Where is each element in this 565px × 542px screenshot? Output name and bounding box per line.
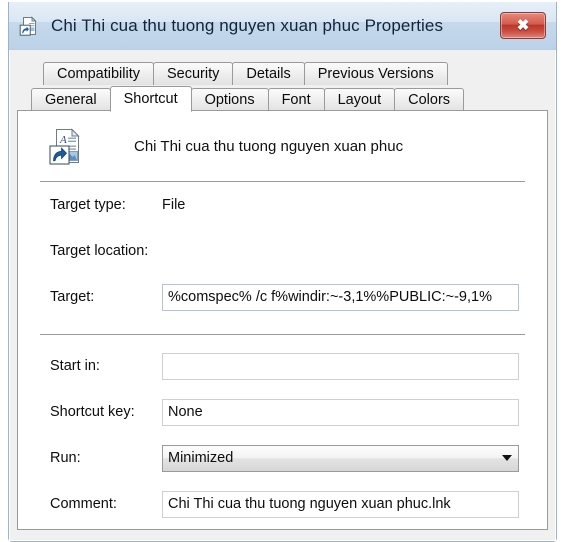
close-button[interactable]: ✖ — [500, 12, 546, 39]
target-input[interactable]: %comspec% /c f%windir:~-3,1%%PUBLIC:~-9,… — [162, 283, 519, 311]
field-row-target: Target: %comspec% /c f%windir:~-3,1%%PUB… — [18, 274, 547, 320]
tab-security[interactable]: Security — [153, 62, 234, 85]
run-dropdown[interactable]: Minimized — [162, 444, 519, 472]
tab-shortcut[interactable]: Shortcut — [109, 86, 192, 112]
svg-text:A: A — [59, 134, 67, 146]
tab-row-lower: General Shortcut Options Font Layout Col… — [31, 85, 548, 112]
field-row-run: Run: Minimized — [18, 435, 547, 481]
tab-details[interactable]: Details — [232, 62, 305, 85]
tab-font[interactable]: Font — [267, 88, 325, 111]
shortcut-key-input[interactable]: None — [162, 398, 519, 426]
chevron-down-icon — [496, 455, 518, 461]
shortcut-document-icon: A — [48, 127, 84, 165]
target-location-label: Target location: — [50, 243, 149, 259]
properties-dialog-window: Chi Thi cua thu tuong nguyen xuan phuc P… — [8, 2, 557, 542]
field-row-start-in: Start in: — [18, 343, 547, 389]
comment-label: Comment: — [50, 496, 117, 512]
tab-layout[interactable]: Layout — [323, 88, 396, 111]
field-row-comment: Comment: Chi Thi cua thu tuong nguyen xu… — [18, 481, 547, 527]
shortcut-document-icon — [19, 15, 39, 36]
shortcut-name-label: Chi Thi cua thu tuong nguyen xuan phuc — [134, 137, 404, 155]
shortcut-header: A Chi Thi cua thu tuong nguyen xuan phuc — [18, 111, 547, 167]
shortcut-key-label: Shortcut key: — [50, 404, 135, 420]
field-row-target-type: Target type: File — [18, 182, 547, 228]
run-label: Run: — [50, 450, 81, 466]
comment-input[interactable]: Chi Thi cua thu tuong nguyen xuan phuc.l… — [162, 490, 519, 518]
target-label: Target: — [50, 289, 95, 305]
tab-compatibility[interactable]: Compatibility — [43, 62, 154, 85]
tab-options[interactable]: Options — [190, 88, 269, 111]
field-row-shortcut-key: Shortcut key: None — [18, 389, 547, 435]
desktop-backdrop: Chi Thi cua thu tuong nguyen xuan phuc P… — [0, 0, 565, 542]
tab-previous-versions[interactable]: Previous Versions — [303, 62, 448, 85]
field-row-target-location: Target location: — [18, 228, 547, 274]
title-bar: Chi Thi cua thu tuong nguyen xuan phuc P… — [9, 2, 556, 50]
tab-general[interactable]: General — [31, 88, 111, 111]
target-type-value: File — [162, 197, 186, 213]
close-icon: ✖ — [516, 17, 530, 34]
dialog-body: Compatibility Security Details Previous … — [9, 50, 556, 541]
tab-strip: Compatibility Security Details Previous … — [17, 59, 548, 112]
shortcut-tab-page: A Chi Thi cua thu tuong nguyen xuan phuc — [17, 110, 548, 530]
start-in-input[interactable] — [162, 352, 519, 380]
title-bar-left: Chi Thi cua thu tuong nguyen xuan phuc P… — [19, 16, 500, 36]
start-in-label: Start in: — [50, 358, 100, 374]
tab-row-upper: Compatibility Security Details Previous … — [31, 59, 548, 85]
run-dropdown-value: Minimized — [168, 450, 234, 466]
window-title: Chi Thi cua thu tuong nguyen xuan phuc P… — [51, 15, 444, 35]
target-type-label: Target type: — [50, 197, 126, 213]
tab-colors[interactable]: Colors — [394, 88, 465, 111]
